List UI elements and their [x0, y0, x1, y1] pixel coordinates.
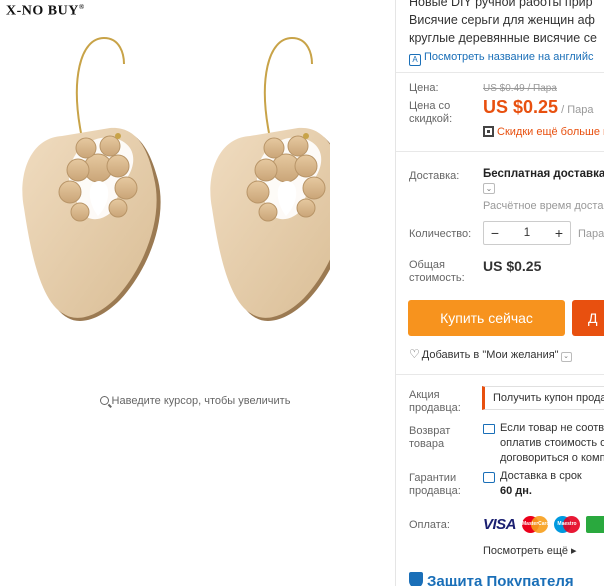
shipping-label: Доставка:	[409, 170, 460, 182]
product-gallery: X-NO BUY® Наведите курсор, чтобы увеличи…	[0, 0, 395, 586]
discount-price-label: Цена со скидкой:	[409, 100, 453, 125]
delivery-guarantee-icon	[483, 472, 495, 483]
guarantee-text: Доставка в срок 60 дн.	[500, 470, 582, 497]
qr-code-icon	[483, 126, 494, 137]
seller-coupon-button[interactable]: Получить купон прода	[482, 386, 604, 410]
seller-promo-label: Акция продавца:	[409, 389, 461, 414]
total-value: US $0.25	[483, 258, 542, 274]
add-to-wishlist-button[interactable]: ♡ Добавить в "Мои желания" ⌄	[409, 347, 572, 362]
product-info: Новые DIY ручной работы прир Висячие сер…	[395, 0, 604, 586]
brand-watermark: X-NO BUY®	[6, 3, 85, 19]
shipping-value[interactable]: Бесплатная доставка в	[483, 168, 604, 180]
divider	[396, 72, 604, 73]
quantity-label: Количество:	[409, 228, 472, 240]
product-title: Новые DIY ручной работы прир Висячие сер…	[409, 0, 597, 45]
translate-title-link[interactable]: A Посмотреть название на английс	[409, 51, 593, 66]
shipping-dropdown-icon[interactable]: ⌄	[483, 183, 495, 194]
payment-label: Оплата:	[409, 519, 450, 531]
payment-methods: VISA MasterCard Maestro	[483, 516, 604, 533]
buy-now-button[interactable]: Купить сейчас	[408, 300, 565, 336]
returns-text: Если товар не соотве оплатив стоимость о…	[500, 422, 604, 464]
translate-icon: A	[409, 54, 421, 66]
divider	[396, 151, 604, 152]
shield-icon	[409, 572, 423, 586]
price-label: Цена:	[409, 82, 439, 94]
quantity-stepper[interactable]: − 1 +	[483, 221, 571, 245]
heart-icon: ♡	[409, 347, 420, 361]
return-box-icon	[483, 424, 495, 434]
more-payment-methods-link[interactable]: Посмотреть ещё ▸	[483, 544, 577, 557]
discount-price: US $0.25 / Пара	[483, 97, 594, 117]
chevron-down-icon[interactable]: ⌄	[560, 352, 572, 362]
product-image[interactable]	[20, 20, 330, 365]
shipping-estimate: Расчётное время достав	[483, 200, 604, 212]
zoom-hint: Наведите курсор, чтобы увеличить	[0, 395, 390, 407]
returns-label: Возврат товара	[409, 425, 451, 450]
quantity-input[interactable]: 1	[506, 227, 548, 239]
quantity-plus-button[interactable]: +	[548, 225, 570, 241]
card-logo	[586, 516, 604, 533]
quantity-minus-button[interactable]: −	[484, 225, 506, 241]
maestro-logo: Maestro	[554, 516, 581, 533]
total-label: Общая стоимость:	[409, 259, 465, 284]
quantity-unit: Пара	[578, 228, 604, 240]
old-price: US $0.49 / Пара	[483, 83, 557, 94]
mastercard-logo: MasterCard	[522, 516, 550, 533]
divider	[396, 374, 604, 375]
buyer-protection-heading[interactable]: Защита Покупателя	[409, 572, 574, 586]
guarantee-label: Гарантии продавца:	[409, 472, 461, 497]
magnifier-icon	[99, 396, 109, 405]
add-to-cart-button[interactable]: Д	[572, 300, 604, 336]
visa-logo: VISA	[483, 516, 517, 533]
app-discount-link[interactable]: Скидки ещё больше в	[483, 126, 604, 138]
